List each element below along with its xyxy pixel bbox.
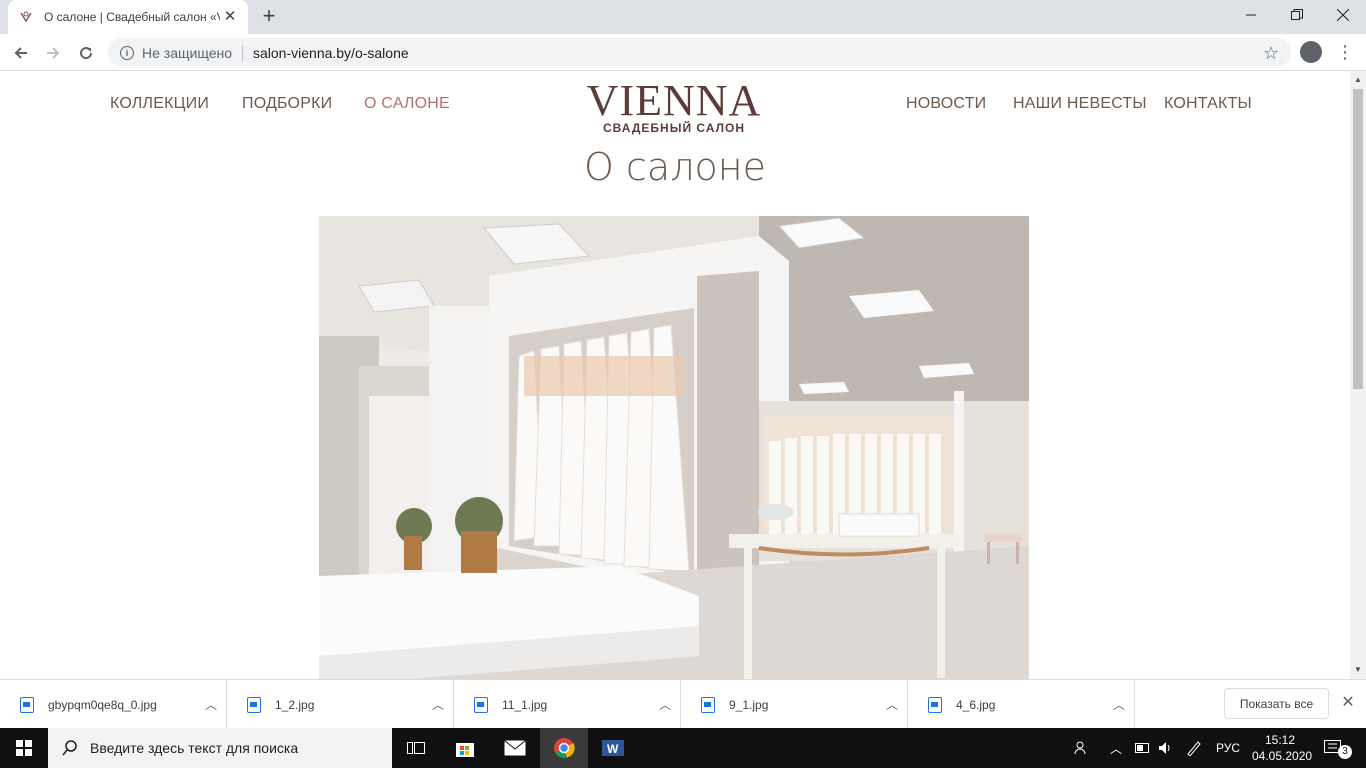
site-logo[interactable]: VIENNA СВАДЕБНЫЙ САЛОН bbox=[573, 76, 775, 136]
pen-icon[interactable] bbox=[1186, 728, 1202, 768]
people-icon[interactable] bbox=[1074, 728, 1090, 768]
security-status: Не защищено bbox=[142, 44, 232, 61]
notifications-icon[interactable]: 3 bbox=[1324, 728, 1352, 768]
chevron-up-icon[interactable]: ︿ bbox=[877, 696, 907, 713]
download-item[interactable]: gbypqm0qe8q_0.jpg ︿ bbox=[0, 680, 227, 729]
tab-title: О салоне | Свадебный салон «V bbox=[44, 10, 220, 24]
input-language[interactable]: РУС bbox=[1216, 728, 1240, 768]
download-filename: 4_6.jpg bbox=[956, 697, 996, 712]
address-bar[interactable]: i Не защищено salon-vienna.by/o-salone ☆ bbox=[108, 38, 1291, 67]
scroll-down-icon[interactable]: ▼ bbox=[1354, 665, 1362, 674]
image-file-icon bbox=[701, 696, 715, 713]
download-item[interactable]: 1_2.jpg ︿ bbox=[227, 680, 454, 729]
chevron-up-icon[interactable]: ︿ bbox=[196, 696, 226, 713]
reload-icon[interactable] bbox=[73, 40, 99, 66]
image-file-icon bbox=[474, 696, 488, 713]
download-item[interactable]: 11_1.jpg ︿ bbox=[454, 680, 681, 729]
logo-subtitle: СВАДЕБНЫЙ САЛОН bbox=[603, 121, 745, 135]
battery-icon[interactable] bbox=[1135, 728, 1151, 768]
notification-count-badge: 3 bbox=[1338, 745, 1352, 759]
browser-tab[interactable]: О салоне | Свадебный салон «V ✕ bbox=[8, 0, 248, 34]
nav-about[interactable]: О САЛОНЕ bbox=[364, 95, 450, 113]
menu-icon[interactable]: ⋮ bbox=[1336, 40, 1354, 64]
clock-date: 04.05.2020 bbox=[1252, 749, 1313, 763]
tab-close-icon[interactable]: ✕ bbox=[222, 9, 238, 25]
store-icon[interactable] bbox=[441, 728, 489, 768]
forward-icon[interactable] bbox=[40, 40, 66, 66]
nav-selections[interactable]: ПОДБОРКИ bbox=[242, 95, 332, 113]
url-text[interactable]: salon-vienna.by/o-salone bbox=[253, 45, 409, 61]
svg-text:W: W bbox=[607, 742, 619, 756]
windows-taskbar: Введите здесь текст для поиска W ︿ РУС 1… bbox=[0, 728, 1366, 768]
download-filename: gbypqm0qe8q_0.jpg bbox=[48, 697, 157, 712]
chevron-up-icon[interactable]: ︿ bbox=[423, 696, 453, 713]
scrollbar[interactable]: ▲ ▼ bbox=[1350, 71, 1366, 679]
word-icon[interactable]: W bbox=[589, 728, 637, 768]
toolbar: i Не защищено salon-vienna.by/o-salone ☆ bbox=[0, 34, 1366, 71]
minimize-icon[interactable] bbox=[1228, 0, 1274, 30]
search-placeholder: Введите здесь текст для поиска bbox=[90, 740, 299, 756]
close-window-icon[interactable] bbox=[1320, 0, 1366, 30]
bookmark-star-icon[interactable]: ☆ bbox=[1263, 43, 1279, 64]
chevron-up-icon[interactable]: ︿ bbox=[1104, 696, 1134, 713]
close-downloads-icon[interactable]: ✕ bbox=[1339, 694, 1357, 712]
nav-collections[interactable]: КОЛЛЕКЦИИ bbox=[110, 95, 209, 113]
new-tab-icon[interactable]: + bbox=[258, 5, 280, 28]
nav-contacts[interactable]: КОНТАКТЫ bbox=[1164, 95, 1252, 113]
mail-icon[interactable] bbox=[491, 728, 539, 768]
clock-time: 15:12 bbox=[1264, 733, 1296, 747]
site-favicon-icon bbox=[18, 9, 34, 25]
show-all-downloads-button[interactable]: Показать все bbox=[1224, 688, 1329, 719]
profile-avatar-icon[interactable] bbox=[1300, 41, 1322, 63]
web-page: КОЛЛЕКЦИИ ПОДБОРКИ О САЛОНЕ VIENNA СВАДЕ… bbox=[0, 71, 1350, 679]
download-filename: 1_2.jpg bbox=[275, 697, 315, 712]
restore-icon[interactable] bbox=[1274, 0, 1320, 30]
windows-start-icon[interactable] bbox=[0, 728, 48, 768]
tab-strip: О салоне | Свадебный салон «V ✕ + bbox=[0, 0, 1366, 34]
show-hidden-icons-icon[interactable]: ︿ bbox=[1110, 728, 1122, 768]
nav-news[interactable]: НОВОСТИ bbox=[906, 95, 986, 113]
info-icon[interactable]: i bbox=[120, 45, 134, 60]
task-view-icon[interactable] bbox=[392, 728, 440, 768]
page-title: О салоне bbox=[584, 145, 766, 189]
image-file-icon bbox=[20, 696, 34, 713]
image-file-icon bbox=[928, 696, 942, 713]
chevron-up-icon[interactable]: ︿ bbox=[650, 696, 680, 713]
back-icon[interactable] bbox=[8, 40, 34, 66]
download-filename: 9_1.jpg bbox=[729, 697, 769, 712]
download-item[interactable]: 9_1.jpg ︿ bbox=[681, 680, 908, 729]
download-filename: 11_1.jpg bbox=[502, 697, 548, 712]
scroll-thumb[interactable] bbox=[1353, 89, 1363, 389]
image-file-icon bbox=[247, 696, 261, 713]
chrome-icon[interactable] bbox=[540, 728, 588, 768]
nav-brides[interactable]: НАШИ НЕВЕСТЫ bbox=[1013, 95, 1147, 113]
divider bbox=[242, 44, 243, 61]
salon-interior-photo bbox=[319, 216, 1029, 679]
taskbar-search-input[interactable]: Введите здесь текст для поиска bbox=[48, 728, 392, 768]
download-item[interactable]: 4_6.jpg ︿ bbox=[908, 680, 1135, 729]
volume-icon[interactable] bbox=[1158, 728, 1174, 768]
logo-title: VIENNA bbox=[586, 76, 762, 125]
downloads-bar: gbypqm0qe8q_0.jpg ︿ 1_2.jpg ︿ 11_1.jpg ︿… bbox=[0, 679, 1366, 729]
clock[interactable]: 15:12 04.05.2020 bbox=[1252, 732, 1313, 764]
search-icon bbox=[62, 740, 77, 756]
scroll-up-icon[interactable]: ▲ bbox=[1354, 75, 1362, 84]
